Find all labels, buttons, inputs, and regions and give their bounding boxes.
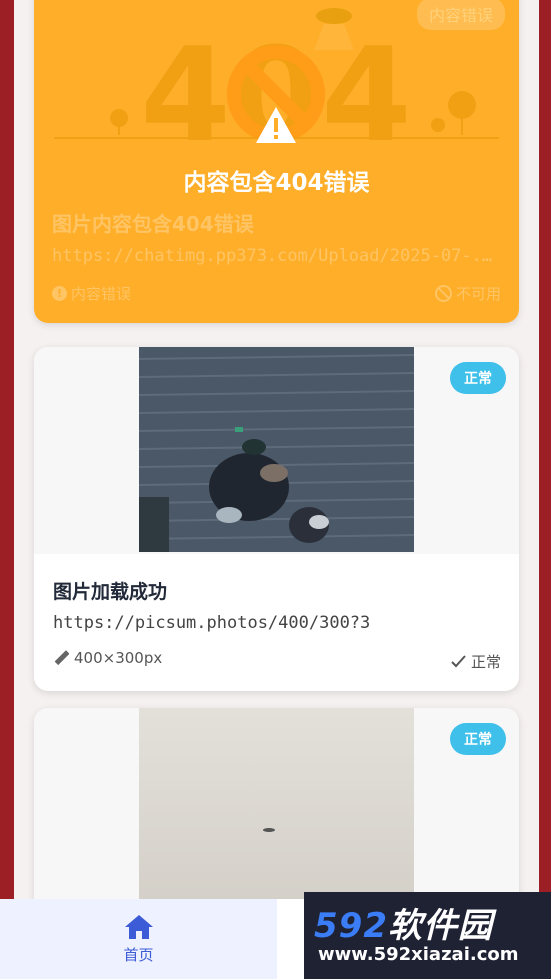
watermark-brand: 592软件园 <box>314 898 493 947</box>
status-badge: 内容错误 <box>416 0 505 30</box>
watermark-brand-number: 592 <box>314 906 388 946</box>
error-meta: ! 内容错误 <box>52 283 131 304</box>
ruler-icon <box>54 650 69 666</box>
watermark-site: www.592xiazai.com <box>318 944 519 965</box>
watermark-brand-text: 软件园 <box>387 906 493 946</box>
status-badge: 正常 <box>450 723 506 755</box>
image-url: https://picsum.photos/400/300?3 <box>53 613 371 633</box>
warning-icon <box>256 107 296 143</box>
image-name: 图片加载成功 <box>53 581 168 603</box>
error-meta-label: 内容错误 <box>71 285 132 303</box>
image-size-label: 400×300px <box>74 649 163 667</box>
check-icon <box>451 655 466 668</box>
site-watermark: 592软件园 www.592xiazai.com <box>304 892 551 979</box>
image-url: https://chatimg.pp373.com/Upload/2025-07… <box>52 246 502 266</box>
image-name: 图片内容包含404错误 <box>52 212 254 236</box>
info-circle-icon: ! <box>52 286 67 301</box>
image-size: 400×300px <box>53 649 162 667</box>
availability-meta: 不可用 <box>434 283 501 304</box>
preview-photo <box>139 347 414 552</box>
nav-item-home[interactable]: 首页 <box>0 899 277 979</box>
ban-icon <box>434 285 452 302</box>
image-preview: 正常 <box>34 347 519 554</box>
image-status: 正常 <box>451 651 501 672</box>
nav-home-label: 首页 <box>123 945 154 964</box>
error-title: 内容包含404错误 <box>183 170 370 196</box>
image-status-label: 正常 <box>470 653 501 671</box>
error-image-card[interactable]: 404 内容包含404错误 内容错误 图片内容包含404错误 https://c… <box>34 0 519 323</box>
status-badge: 正常 <box>450 362 506 394</box>
availability-label: 不可用 <box>455 285 501 303</box>
home-icon <box>124 914 153 939</box>
image-card[interactable]: 正常 图片加载成功 https://picsum.photos/400/300?… <box>34 347 519 691</box>
